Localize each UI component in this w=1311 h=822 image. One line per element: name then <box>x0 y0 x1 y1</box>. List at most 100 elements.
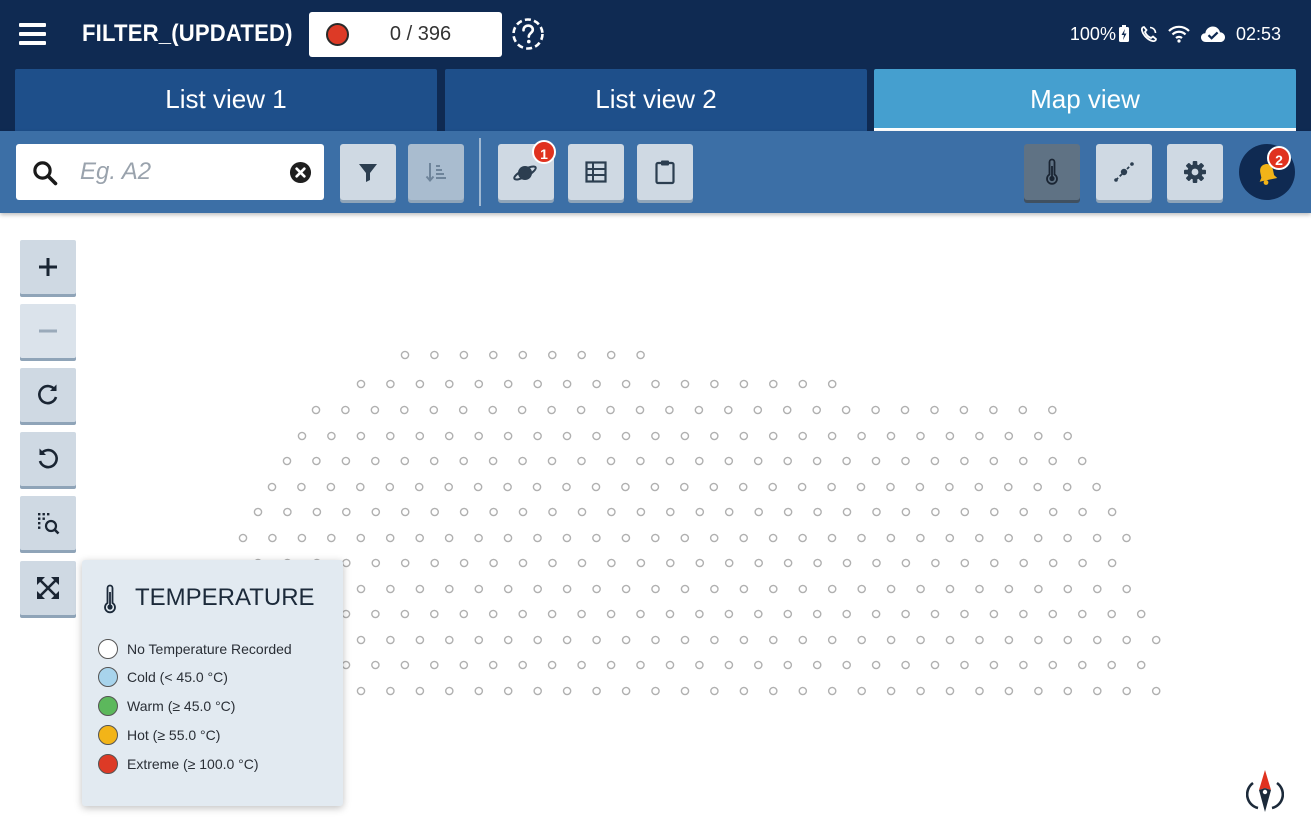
well-dot[interactable] <box>532 482 542 492</box>
well-dot[interactable] <box>400 660 410 670</box>
well-dot[interactable] <box>1048 507 1058 517</box>
well-dot[interactable] <box>753 405 763 415</box>
well-dot[interactable] <box>651 379 660 389</box>
well-dot[interactable] <box>930 660 940 670</box>
well-dot[interactable] <box>857 635 867 645</box>
well-dot[interactable] <box>1034 431 1043 441</box>
well-dot[interactable] <box>385 431 395 441</box>
well-dot[interactable] <box>356 635 366 645</box>
well-dot[interactable] <box>975 635 984 645</box>
well-dot[interactable] <box>1136 609 1146 619</box>
well-dot[interactable] <box>576 405 586 415</box>
well-dot[interactable] <box>797 482 807 492</box>
well-dot[interactable] <box>400 350 410 360</box>
well-dot[interactable] <box>709 533 719 543</box>
well-dot[interactable] <box>548 558 557 568</box>
well-dot[interactable] <box>429 405 439 415</box>
well-dot[interactable] <box>798 533 807 543</box>
well-dot[interactable] <box>621 584 631 594</box>
well-dot[interactable] <box>842 456 851 466</box>
well-dot[interactable] <box>1004 533 1014 543</box>
well-dot[interactable] <box>488 405 498 415</box>
well-dot[interactable] <box>429 609 439 619</box>
well-dot[interactable] <box>577 660 586 670</box>
well-dot[interactable] <box>695 456 704 466</box>
well-dot[interactable] <box>827 584 837 594</box>
well-dot[interactable] <box>1078 609 1087 619</box>
well-dot[interactable] <box>680 431 690 441</box>
well-dot[interactable] <box>341 507 351 517</box>
well-dot[interactable] <box>282 456 292 466</box>
well-dot[interactable] <box>710 431 719 441</box>
well-dot[interactable] <box>738 482 748 492</box>
well-dot[interactable] <box>488 456 498 466</box>
well-dot[interactable] <box>606 609 616 619</box>
well-dot[interactable] <box>842 558 852 568</box>
well-dot[interactable] <box>960 660 969 670</box>
well-dot[interactable] <box>326 533 336 543</box>
well-dot[interactable] <box>400 456 410 466</box>
well-dot[interactable] <box>1004 431 1014 441</box>
well-dot[interactable] <box>783 609 793 619</box>
well-dot[interactable] <box>827 533 837 543</box>
well-dot[interactable] <box>974 482 984 492</box>
well-dot[interactable] <box>989 405 998 415</box>
measure-button[interactable] <box>1096 144 1152 200</box>
well-dot[interactable] <box>592 686 601 696</box>
well-dot[interactable] <box>415 379 425 389</box>
well-dot[interactable] <box>371 558 381 568</box>
well-dot[interactable] <box>1048 405 1057 415</box>
well-dot[interactable] <box>533 533 542 543</box>
filter-button[interactable] <box>340 144 396 200</box>
well-dot[interactable] <box>621 533 631 543</box>
well-dot[interactable] <box>680 482 689 492</box>
well-dot[interactable] <box>429 456 439 466</box>
well-dot[interactable] <box>459 350 469 360</box>
fit-to-screen-button[interactable] <box>20 561 76 615</box>
well-dot[interactable] <box>916 686 925 696</box>
well-dot[interactable] <box>754 609 763 619</box>
well-dot[interactable] <box>768 482 778 492</box>
well-dot[interactable] <box>592 431 601 441</box>
well-dot[interactable] <box>900 405 910 415</box>
well-dot[interactable] <box>871 456 881 466</box>
well-dot[interactable] <box>415 584 425 594</box>
well-dot[interactable] <box>665 405 674 415</box>
well-dot[interactable] <box>901 558 911 568</box>
well-dot[interactable] <box>710 584 719 594</box>
settings-button[interactable] <box>1167 144 1223 200</box>
well-dot[interactable] <box>268 533 277 543</box>
well-dot[interactable] <box>267 482 277 492</box>
well-dot[interactable] <box>1034 635 1043 645</box>
well-dot[interactable] <box>356 379 366 389</box>
well-dot[interactable] <box>341 456 351 466</box>
well-dot[interactable] <box>945 482 954 492</box>
well-dot[interactable] <box>341 609 351 619</box>
well-dot[interactable] <box>651 431 660 441</box>
well-dot[interactable] <box>724 507 734 517</box>
well-dot[interactable] <box>444 533 454 543</box>
well-dot[interactable] <box>636 609 645 619</box>
well-dot[interactable] <box>1078 507 1087 517</box>
well-dot[interactable] <box>1107 660 1116 670</box>
well-dot[interactable] <box>739 379 749 389</box>
well-dot[interactable] <box>474 686 484 696</box>
well-dot[interactable] <box>769 584 778 594</box>
selection-counter[interactable]: 0 / 396 <box>309 12 502 57</box>
well-dot[interactable] <box>1019 558 1029 568</box>
well-dot[interactable] <box>1122 635 1131 645</box>
well-dot[interactable] <box>960 456 969 466</box>
well-dot[interactable] <box>1034 686 1043 696</box>
well-dot[interactable] <box>827 431 837 441</box>
tab-map-view[interactable]: Map view <box>874 69 1296 131</box>
well-dot[interactable] <box>1048 558 1058 568</box>
zoom-in-button[interactable] <box>20 240 76 294</box>
well-dot[interactable] <box>1062 482 1072 492</box>
well-dot[interactable] <box>356 686 366 696</box>
well-dot[interactable] <box>488 660 498 670</box>
well-dot[interactable] <box>356 584 366 594</box>
well-dot[interactable] <box>901 609 910 619</box>
well-dot[interactable] <box>754 507 764 517</box>
well-dot[interactable] <box>812 456 822 466</box>
well-dot[interactable] <box>1004 482 1013 492</box>
